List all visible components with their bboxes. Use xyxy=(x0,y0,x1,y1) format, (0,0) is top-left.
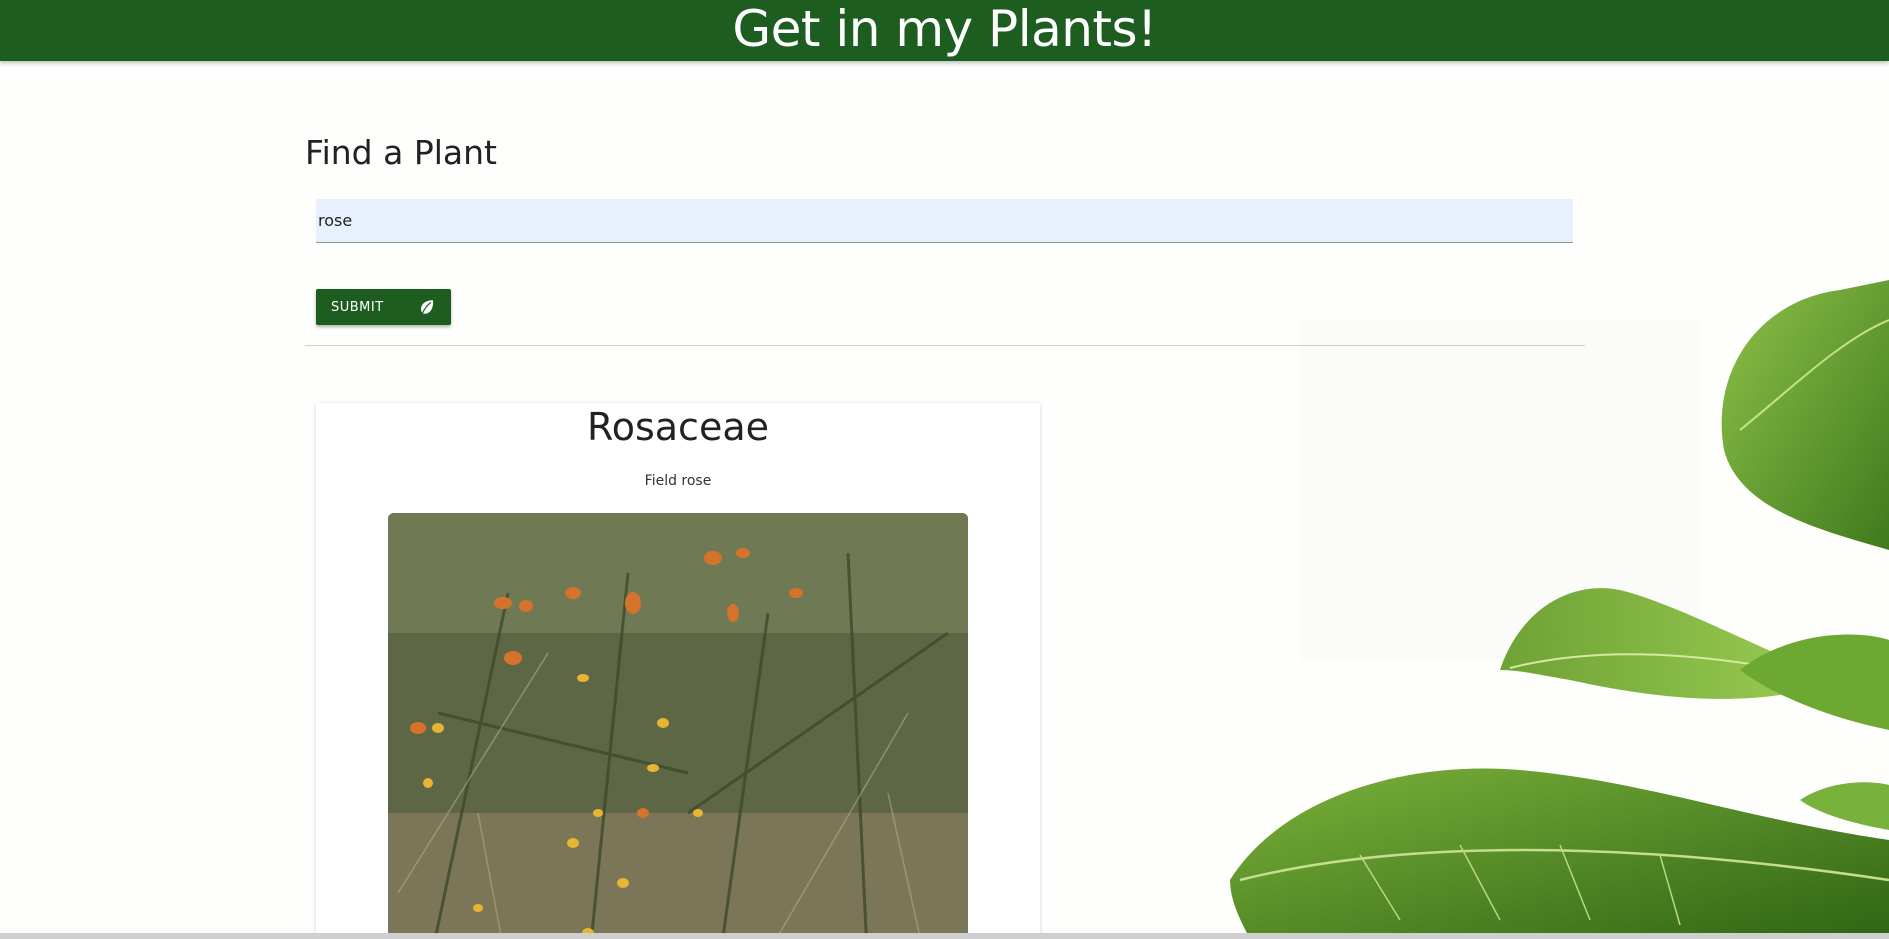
plant-common-name: Field rose xyxy=(644,473,712,489)
site-title: Get in my Plants! xyxy=(732,0,1157,58)
site-header: Get in my Plants! xyxy=(0,0,1889,61)
plant-search-input[interactable] xyxy=(316,199,1573,243)
plant-family-title: Rosaceae xyxy=(587,405,769,449)
section-divider xyxy=(305,345,1585,346)
submit-button[interactable]: SUBMIT xyxy=(316,289,451,325)
bottom-scrollbar[interactable] xyxy=(0,933,1889,939)
plant-image xyxy=(388,513,968,939)
leaf-icon xyxy=(421,300,434,314)
plant-result-card: Rosaceae Field rose xyxy=(316,403,1040,939)
find-plant-heading: Find a Plant xyxy=(305,133,497,172)
submit-button-label: SUBMIT xyxy=(331,299,384,315)
background-leaves-image xyxy=(1230,280,1889,939)
page: Get in my Plants! Find a Plant rose SUBM… xyxy=(0,0,1889,939)
